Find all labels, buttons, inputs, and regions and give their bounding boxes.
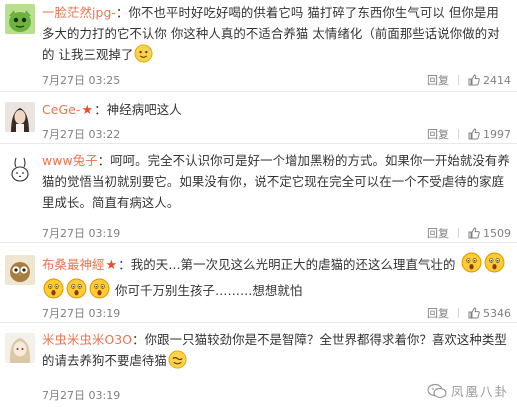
username-link[interactable]: 米虫米虫米O3O (42, 332, 132, 347)
avatar[interactable] (5, 154, 35, 184)
like-count[interactable]: 5346 (483, 307, 511, 320)
shocked-emoji (461, 252, 482, 273)
avatar[interactable] (5, 4, 35, 34)
watermark-text: 凤凰八卦 (450, 384, 509, 399)
divider (458, 228, 459, 238)
comment-item: 布桑最神經★：我的天…第一次见这么光明正大的虐猫的还这么理直气壮的 你可千万别生… (0, 243, 517, 323)
colon: ： (118, 257, 131, 272)
thumbs-up-icon[interactable] (468, 74, 480, 86)
comment-item: 一脸茫然jpg-：你不也平时好吃好喝的供着它吗 猫打碎了东西你生气可以 但你是用… (0, 0, 517, 92)
colon: ： (97, 153, 111, 168)
like-count[interactable]: 1997 (483, 128, 511, 141)
comment-content: 神经病吧这人 (106, 102, 182, 117)
watermark: 凤凰八卦 (427, 381, 509, 400)
girl-photo-avatar-icon (5, 102, 35, 132)
comment-list: 一脸茫然jpg-：你不也平时好吃好喝的供着它吗 猫打碎了东西你生气可以 但你是用… (0, 0, 517, 407)
rabbit-sketch-avatar-icon (5, 154, 35, 184)
thumbs-up-icon[interactable] (468, 307, 480, 319)
vip-star-icon[interactable]: ★ (81, 103, 93, 118)
comment-time: 7月27日 03:19 (42, 307, 121, 320)
comment-time: 7月27日 03:19 (42, 389, 121, 402)
username-link[interactable]: CeGe- (42, 102, 80, 117)
colon: ： (94, 102, 107, 117)
comment-time: 7月27日 03:19 (42, 227, 121, 240)
avatar[interactable] (5, 333, 35, 363)
shocked-emoji (484, 252, 505, 273)
like-count[interactable]: 1509 (483, 227, 511, 240)
reply-button[interactable]: 回复 (427, 225, 449, 241)
comment-text: www兔子：呵呵。完全不认识你可是好一个增加黑粉的方式。如果你一开始就没有养猫的… (42, 150, 511, 213)
reply-button[interactable]: 回复 (427, 126, 449, 142)
comment-content-cont: 你可千万别生孩子………想想就怕 (111, 283, 303, 298)
comment-text: 布桑最神經★：我的天…第一次见这么光明正大的虐猫的还这么理直气壮的 你可千万别生… (42, 252, 511, 303)
shocked-emoji (66, 278, 87, 299)
divider (458, 308, 459, 318)
comment-text: CeGe-★：神经病吧这人 (42, 99, 511, 121)
comment-text: 米虫米虫米O3O：你跟一只猫较劲你是不是智障？全世界都得求着你？喜欢这种类型的请… (42, 329, 511, 371)
comment-content: 我的天…第一次见这么光明正大的虐猫的还这么理直气壮的 (130, 257, 456, 272)
username-link[interactable]: www兔子 (42, 153, 98, 168)
username-link[interactable]: 一脸茫然jpg- (42, 5, 116, 20)
reply-button[interactable]: 回复 (427, 72, 449, 88)
green-cartoon-avatar-icon (5, 4, 35, 34)
colon: ： (132, 332, 145, 347)
comment-time: 7月27日 03:22 (42, 128, 121, 141)
username-link[interactable]: 布桑最神經 (42, 257, 104, 272)
sweat-smile-emoji (134, 44, 154, 63)
colon: ： (116, 5, 129, 20)
reply-button[interactable]: 回复 (427, 305, 449, 321)
divider (458, 129, 459, 139)
anime-girl-avatar-icon (5, 333, 35, 363)
thumbs-up-icon[interactable] (468, 227, 480, 239)
comment-item: www兔子：呵呵。完全不认识你可是好一个增加黑粉的方式。如果你一开始就没有养猫的… (0, 144, 517, 243)
owl-avatar-icon (5, 255, 35, 285)
comment-content: 呵呵。完全不认识你可是好一个增加黑粉的方式。如果你一开始就没有养猫的觉悟当初就别… (42, 153, 510, 210)
wave-emoji (168, 350, 187, 369)
wechat-icon (427, 383, 447, 398)
comment-time: 7月27日 03:25 (42, 74, 121, 87)
avatar[interactable] (5, 102, 35, 132)
avatar[interactable] (5, 255, 35, 285)
divider (458, 75, 459, 85)
vip-star-icon[interactable]: ★ (105, 258, 117, 273)
comment-text: 一脸茫然jpg-：你不也平时好吃好喝的供着它吗 猫打碎了东西你生气可以 但你是用… (42, 2, 511, 65)
like-count[interactable]: 2414 (483, 74, 511, 87)
shocked-emoji (89, 278, 110, 299)
thumbs-up-icon[interactable] (468, 128, 480, 140)
comment-item: CeGe-★：神经病吧这人 7月27日 03:22 回复 1997 (0, 92, 517, 144)
shocked-emoji (43, 278, 64, 299)
